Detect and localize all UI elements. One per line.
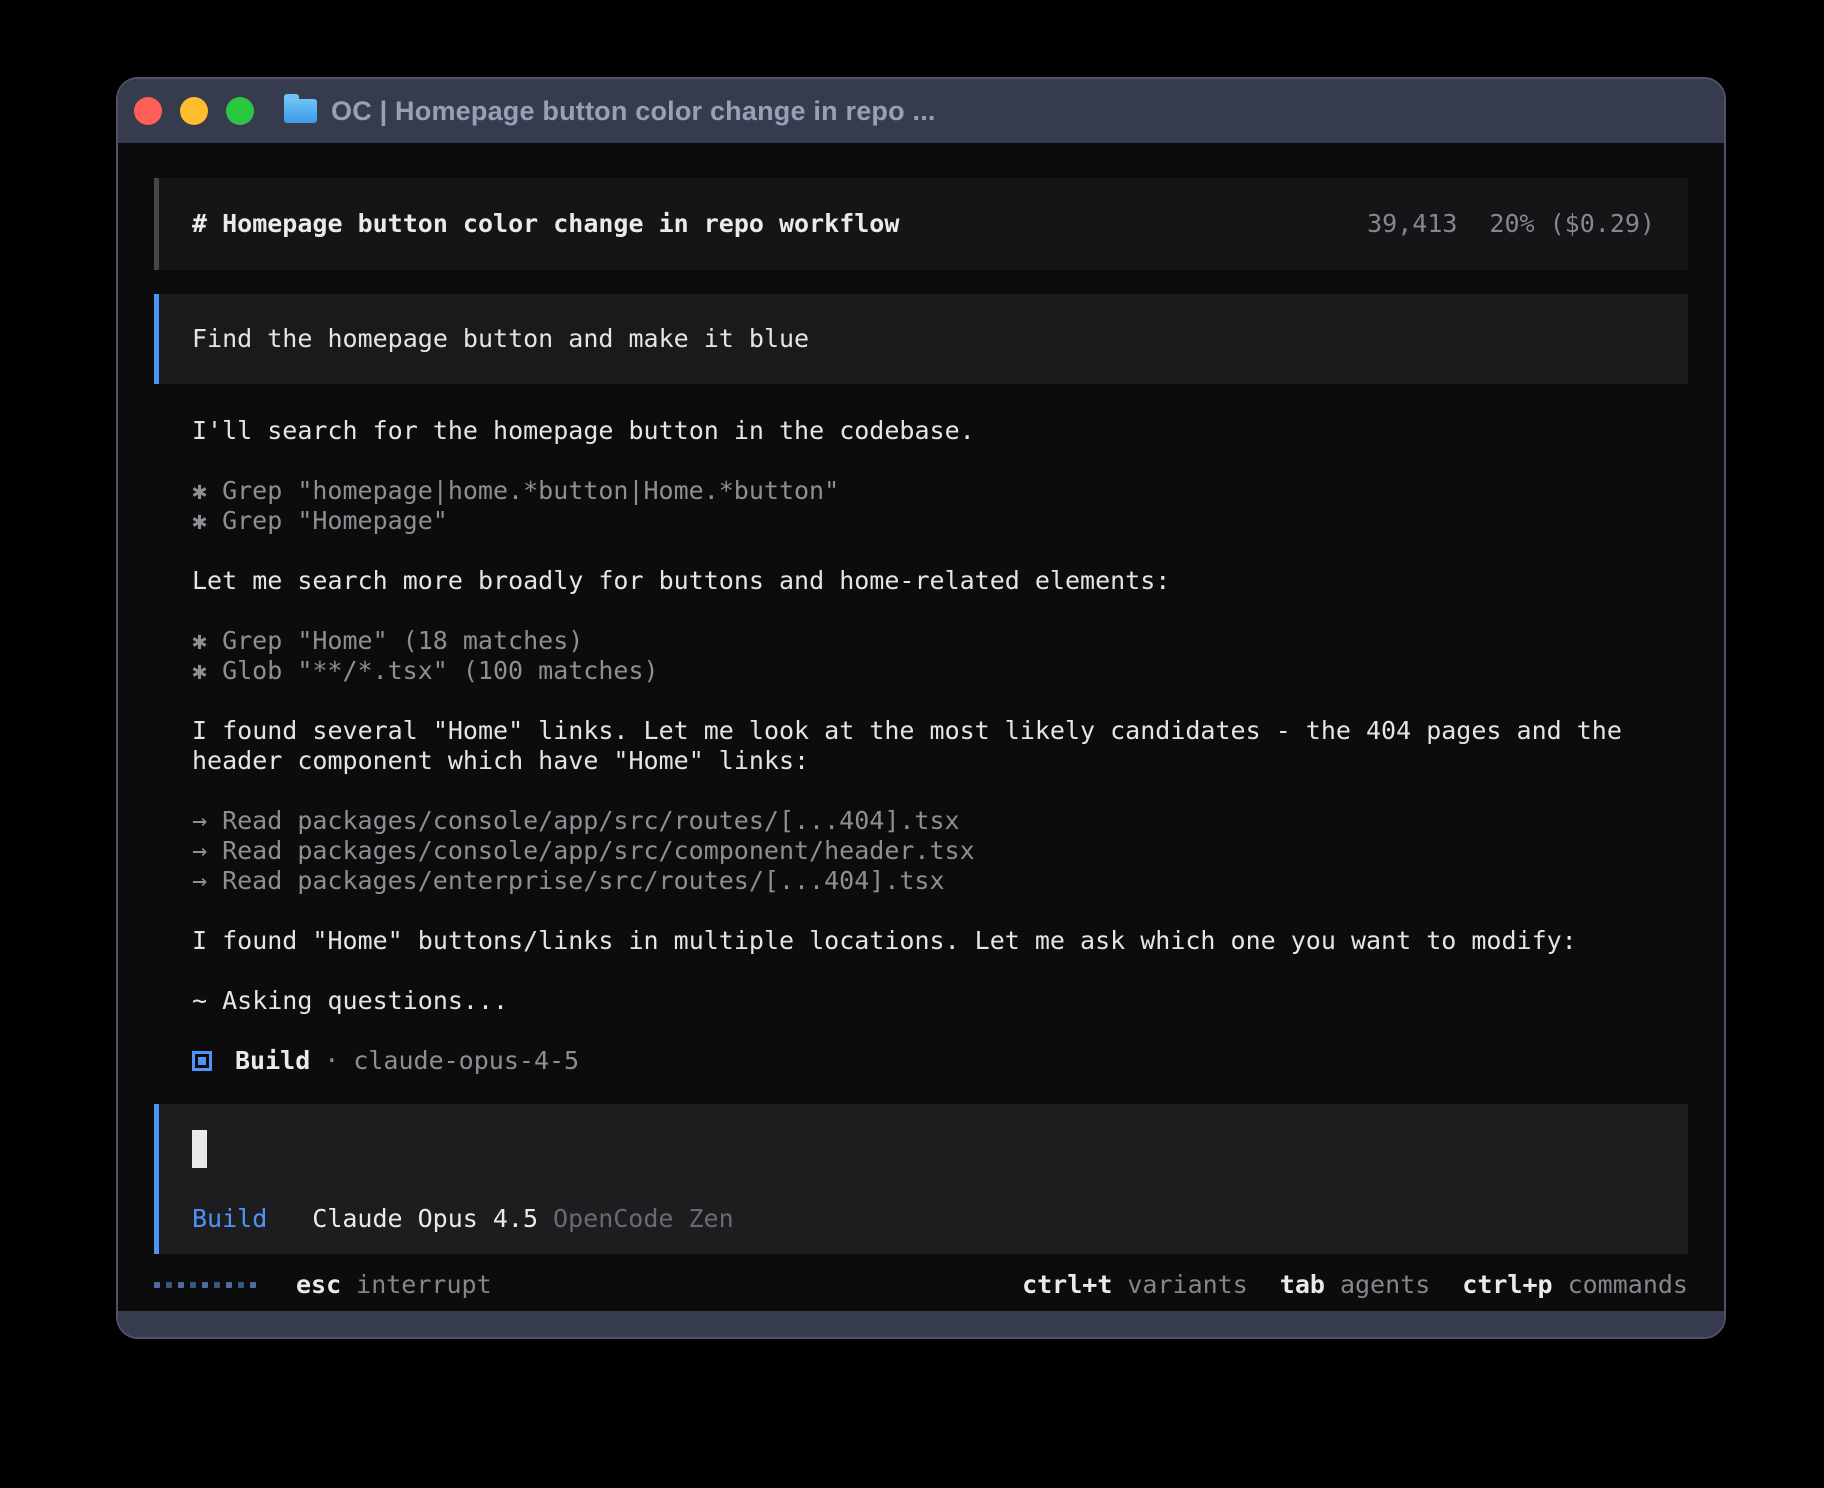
token-count: 39,413 (1367, 209, 1457, 239)
window-title: OC | Homepage button color change in rep… (331, 96, 936, 127)
assistant-paragraph: I'll search for the homepage button in t… (192, 416, 1688, 446)
status-left: esc interrupt (154, 1270, 492, 1300)
titlebar[interactable]: OC | Homepage button color change in rep… (118, 79, 1724, 143)
model-label: Claude Opus 4.5 (312, 1204, 538, 1234)
traffic-lights (134, 97, 254, 125)
asterisk-icon: ✱ (192, 476, 207, 506)
status-right: ctrl+t variants tab agents ctrl+p comman… (1022, 1270, 1688, 1300)
hint-variants: ctrl+t variants (1022, 1270, 1248, 1300)
dot-separator: · (324, 1046, 339, 1076)
user-message-text: Find the homepage button and make it blu… (192, 324, 809, 354)
spinner-dots-icon (154, 1282, 256, 1288)
folder-icon (284, 99, 317, 123)
tool-call-group: →Read packages/console/app/src/routes/[.… (192, 806, 1688, 896)
assistant-paragraph: I found several "Home" links. Let me loo… (192, 716, 1688, 776)
arrow-right-icon: → (192, 836, 207, 866)
prompt-input[interactable]: Build Claude Opus 4.5 OpenCode Zen (154, 1104, 1688, 1254)
status-bar: esc interrupt ctrl+t variants tab agents… (154, 1270, 1688, 1300)
asterisk-icon: ✱ (192, 626, 207, 656)
input-footer: Build Claude Opus 4.5 OpenCode Zen (192, 1204, 1655, 1234)
tool-call-group: ✱Grep "Home" (18 matches) ✱Glob "**/*.ts… (192, 626, 1688, 686)
session-header: # Homepage button color change in repo w… (154, 178, 1688, 270)
assistant-transcript: I'll search for the homepage button in t… (154, 416, 1688, 1076)
tool-call-group: ✱Grep "homepage|home.*button|Home.*butto… (192, 476, 1688, 536)
assistant-paragraph: I found "Home" buttons/links in multiple… (192, 926, 1688, 956)
assistant-paragraph: Let me search more broadly for buttons a… (192, 566, 1688, 596)
tool-call-grep: ✱Grep "Homepage" (192, 506, 1688, 536)
terminal-content: # Homepage button color change in repo w… (118, 143, 1724, 1311)
window-bottom-bar (118, 1311, 1724, 1337)
context-cost: 20% ($0.29) (1489, 209, 1655, 239)
session-title: # Homepage button color change in repo w… (192, 209, 899, 239)
agent-model: claude-opus-4-5 (353, 1046, 579, 1076)
hint-commands: ctrl+p commands (1462, 1270, 1688, 1300)
agent-badge-icon (192, 1051, 212, 1071)
tool-call-read: →Read packages/enterprise/src/routes/[..… (192, 866, 1688, 896)
working-status: ~ Asking questions... (192, 986, 1688, 1016)
zoom-button[interactable] (226, 97, 254, 125)
tool-call-grep: ✱Grep "Home" (18 matches) (192, 626, 1688, 656)
tool-call-grep: ✱Grep "homepage|home.*button|Home.*butto… (192, 476, 1688, 506)
arrow-right-icon: → (192, 806, 207, 836)
user-message: Find the homepage button and make it blu… (154, 294, 1688, 384)
mode-label: Build (192, 1204, 267, 1234)
tool-call-read: →Read packages/console/app/src/component… (192, 836, 1688, 866)
arrow-right-icon: → (192, 866, 207, 896)
hint-interrupt: esc interrupt (296, 1270, 492, 1300)
provider-label: OpenCode Zen (553, 1204, 734, 1234)
close-button[interactable] (134, 97, 162, 125)
tool-call-read: →Read packages/console/app/src/routes/[.… (192, 806, 1688, 836)
asterisk-icon: ✱ (192, 656, 207, 686)
text-cursor (192, 1130, 207, 1168)
agent-status-row: Build · claude-opus-4-5 (192, 1046, 1688, 1076)
agent-name: Build (235, 1046, 310, 1076)
session-meta: 39,413 20% ($0.29) (1367, 209, 1655, 239)
minimize-button[interactable] (180, 97, 208, 125)
hint-agents: tab agents (1280, 1270, 1430, 1300)
tool-call-glob: ✱Glob "**/*.tsx" (100 matches) (192, 656, 1688, 686)
asterisk-icon: ✱ (192, 506, 207, 536)
app-window: OC | Homepage button color change in rep… (116, 77, 1726, 1339)
